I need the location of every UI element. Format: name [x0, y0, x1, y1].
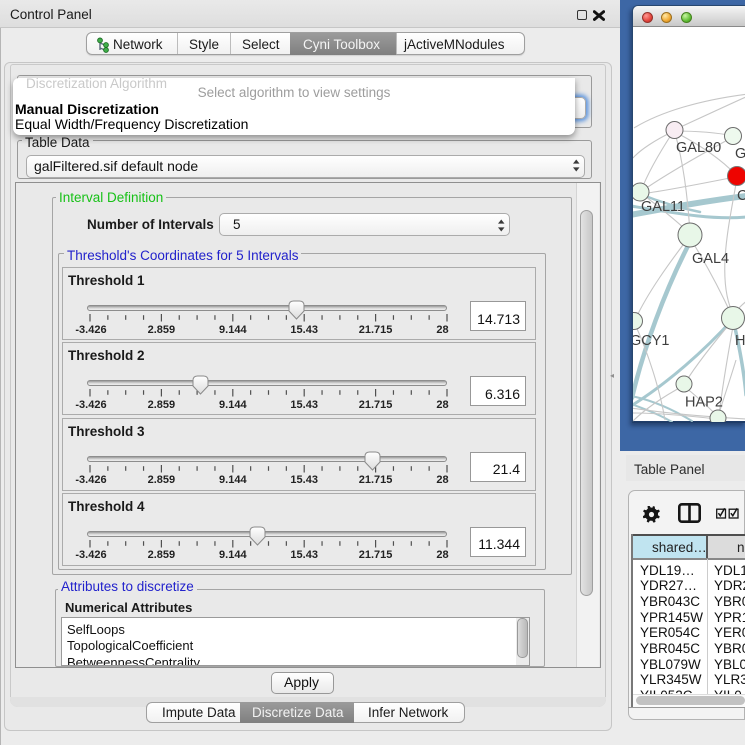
svg-text:GA: GA	[735, 146, 745, 162]
svg-text:C: C	[737, 188, 745, 204]
svg-text:GAL11: GAL11	[641, 199, 685, 215]
svg-text:GAL4: GAL4	[692, 251, 729, 267]
svg-text:HAP2: HAP2	[685, 395, 723, 411]
svg-text:GCY1: GCY1	[633, 333, 670, 349]
svg-text:GAL80: GAL80	[676, 140, 721, 156]
svg-text:H: H	[735, 333, 745, 349]
